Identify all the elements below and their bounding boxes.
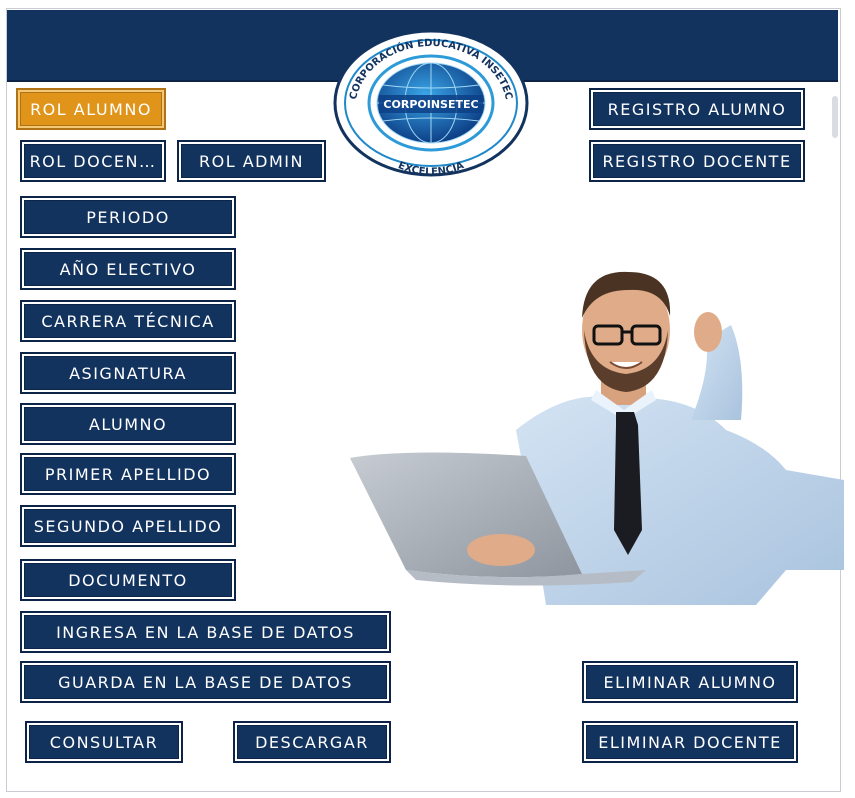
carrera-tecnica-button[interactable]: CARRERA TÉCNICA: [20, 300, 236, 342]
alumno-button[interactable]: ALUMNO: [20, 403, 236, 445]
guarda-base-datos-button[interactable]: GUARDA EN LA BASE DE DATOS: [20, 661, 391, 703]
documento-button[interactable]: DOCUMENTO: [20, 559, 236, 601]
eliminar-alumno-button[interactable]: ELIMINAR ALUMNO: [582, 661, 798, 703]
eliminar-docente-button[interactable]: ELIMINAR DOCENTE: [582, 721, 798, 763]
segundo-apellido-button[interactable]: SEGUNDO APELLIDO: [20, 505, 236, 547]
scrollbar-thumb[interactable]: [832, 96, 838, 138]
periodo-button[interactable]: PERIODO: [20, 196, 236, 238]
consultar-button[interactable]: CONSULTAR: [25, 721, 183, 763]
man-with-laptop-image: [350, 271, 844, 605]
corpoinsetec-logo: CORPORACIÓN EDUCATIVA INSETEC EXCELENCIA…: [333, 29, 529, 178]
rol-alumno-button[interactable]: ROL ALUMNO: [16, 88, 166, 130]
registro-docente-button[interactable]: REGISTRO DOCENTE: [589, 140, 805, 182]
ingresa-base-datos-button[interactable]: INGRESA EN LA BASE DE DATOS: [20, 611, 391, 653]
descargar-button[interactable]: DESCARGAR: [233, 721, 391, 763]
asignatura-button[interactable]: ASIGNATURA: [20, 352, 236, 394]
registro-alumno-button[interactable]: REGISTRO ALUMNO: [589, 88, 805, 130]
primer-apellido-button[interactable]: PRIMER APELLIDO: [20, 453, 236, 495]
rol-admin-button[interactable]: ROL ADMIN: [177, 140, 326, 182]
ano-electivo-button[interactable]: AÑO ELECTIVO: [20, 248, 236, 290]
logo-center-text: CORPOINSETEC: [383, 98, 478, 111]
rol-docente-button[interactable]: ROL DOCEN…: [20, 140, 166, 182]
